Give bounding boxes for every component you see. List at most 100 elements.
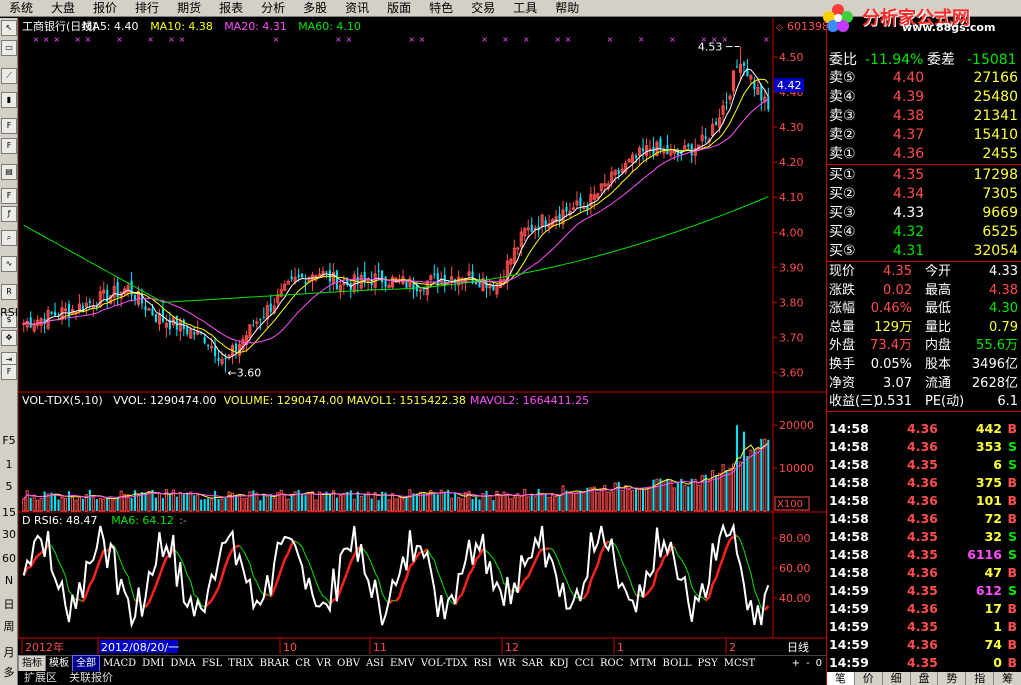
indicator-tab-7[interactable]: TRIX: [225, 656, 256, 671]
candle: [436, 273, 439, 286]
indicator-tab-3[interactable]: MACD: [100, 656, 139, 671]
indicator-tab-23[interactable]: PSY: [695, 656, 721, 671]
indicator-tab-17[interactable]: SAR: [519, 656, 547, 671]
period-4[interactable]: 15: [0, 506, 18, 519]
indicator-tab-9[interactable]: CR: [292, 656, 313, 671]
menu-4[interactable]: 期货: [168, 0, 210, 17]
orderbook-row: 买② 4.34 7305: [829, 186, 1018, 202]
indicator-tab-15[interactable]: RSI: [470, 656, 494, 671]
zoom-2[interactable]: 0: [816, 656, 822, 671]
candle: [642, 148, 645, 152]
rsi-ma-segment: [374, 572, 380, 580]
line-chart-icon[interactable]: ⟋: [1, 68, 17, 84]
indicator-tab-8[interactable]: BRAR: [257, 656, 293, 671]
move-icon[interactable]: ✥: [1, 330, 17, 346]
period-7[interactable]: N: [0, 574, 18, 587]
price-tick-label: 3.70: [779, 331, 804, 344]
period-0[interactable]: RSI: [0, 306, 18, 319]
volume-bar: [102, 498, 106, 512]
indicator-tab-4[interactable]: DMI: [139, 656, 167, 671]
indicator-tab-2[interactable]: 全部: [72, 655, 100, 672]
quote-tab-5[interactable]: 指: [966, 672, 995, 685]
indicator-tab-10[interactable]: VR: [313, 656, 334, 671]
candle: [715, 121, 718, 126]
period-3[interactable]: 5: [0, 480, 18, 493]
f10-icon[interactable]: F: [1, 118, 17, 134]
period-10[interactable]: 月: [0, 644, 18, 660]
menu-5[interactable]: 报表: [210, 0, 252, 17]
quote-tab-3[interactable]: 盘: [911, 672, 939, 685]
volume-bar: [352, 498, 356, 512]
search-icon[interactable]: ⌕: [1, 230, 17, 246]
fiz-icon[interactable]: F: [1, 188, 17, 204]
ext-tab-0[interactable]: 扩展区: [18, 671, 63, 685]
period-6[interactable]: 60: [0, 552, 18, 565]
zoom-1[interactable]: -: [806, 656, 810, 671]
menu-2[interactable]: 报价: [84, 0, 126, 17]
indicator-tab-0[interactable]: 指标: [18, 655, 46, 672]
event-marker: ×: [32, 35, 39, 44]
f10b-icon[interactable]: F: [1, 138, 17, 154]
indicator-tab-16[interactable]: WR: [495, 656, 519, 671]
wave-icon[interactable]: ∿: [1, 256, 17, 272]
quote-tab-4[interactable]: 势: [938, 672, 967, 685]
indicator-tab-14[interactable]: VOL-TDX: [418, 656, 471, 671]
indicator-tab-19[interactable]: CCI: [572, 656, 597, 671]
rsi-icon[interactable]: R: [1, 284, 17, 300]
indicator-tab-21[interactable]: MTM: [626, 656, 659, 671]
indicator-tab-5[interactable]: DMA: [167, 656, 198, 671]
menu-0[interactable]: 系统: [0, 0, 42, 17]
indicator-tab-13[interactable]: EMV: [387, 656, 418, 671]
rsi-ma-segment: [523, 575, 530, 581]
rsi-ma-segment: [582, 592, 589, 600]
period-8[interactable]: 日: [0, 596, 18, 612]
candle-icon[interactable]: ▮: [1, 92, 17, 108]
menu-11[interactable]: 交易: [462, 0, 504, 17]
tick-row: 14:59 4.36 74 B: [829, 637, 1017, 652]
quote-tab-0[interactable]: 笔: [827, 672, 855, 685]
indicator-tab-1[interactable]: 模板: [46, 656, 72, 671]
indicator-tab-20[interactable]: ROC: [597, 656, 626, 671]
quote-tab-2[interactable]: 细: [883, 672, 911, 685]
menu-7[interactable]: 多股: [294, 0, 336, 17]
rsi-ma-segment: [621, 561, 627, 570]
quote-tab-1[interactable]: 价: [855, 672, 883, 685]
menu-3[interactable]: 排行: [126, 0, 168, 17]
period-1[interactable]: F5: [0, 434, 18, 447]
volume-bar: [220, 498, 224, 512]
period-5[interactable]: 30: [0, 528, 18, 541]
candle: [760, 85, 763, 101]
menu-9[interactable]: 版面: [378, 0, 420, 17]
cursor-icon[interactable]: ↖: [1, 20, 17, 36]
rsi-ma-segment: [117, 553, 122, 563]
quote-row: 收益(三) 0.531 PE(动) 6.1: [829, 394, 1018, 410]
volume-bar: [551, 494, 555, 512]
indicator-tab-22[interactable]: BOLL: [660, 656, 695, 671]
list-icon[interactable]: ▤: [1, 164, 17, 180]
indicator-tab-11[interactable]: OBV: [334, 656, 363, 671]
period-9[interactable]: 周: [0, 618, 18, 634]
indicator-tab-12[interactable]: ASI: [363, 656, 387, 671]
rsi-ma-segment: [545, 547, 550, 551]
period-2[interactable]: 1: [0, 458, 18, 471]
tick-row: 14:58 4.36 375 B: [829, 475, 1017, 490]
page-icon[interactable]: ▭: [1, 40, 17, 56]
menu-12[interactable]: 工具: [504, 0, 546, 17]
indicator-tab-6[interactable]: FSL: [199, 656, 225, 671]
indicator-tab-18[interactable]: KDJ: [546, 656, 572, 671]
period-11[interactable]: 多: [0, 664, 18, 680]
f5-icon[interactable]: F: [1, 364, 17, 380]
menu-10[interactable]: 特色: [420, 0, 462, 17]
quote-tab-6[interactable]: 筹: [994, 672, 1021, 685]
volume-bar: [328, 494, 331, 511]
menu-6[interactable]: 分析: [252, 0, 294, 17]
volume-bar: [753, 450, 756, 511]
menu-8[interactable]: 资讯: [336, 0, 378, 17]
ext-tab-1[interactable]: 关联报价: [63, 671, 119, 685]
menu-13[interactable]: 帮助: [546, 0, 588, 17]
indicator-tab-24[interactable]: MCST: [721, 656, 758, 671]
zoom-0[interactable]: +: [792, 656, 800, 671]
fx-icon[interactable]: ƒ: [1, 206, 17, 222]
menu-1[interactable]: 大盘: [42, 0, 84, 17]
stock-chart[interactable]: 4.504.404.304.204.104.003.903.803.703.60…: [18, 18, 826, 655]
